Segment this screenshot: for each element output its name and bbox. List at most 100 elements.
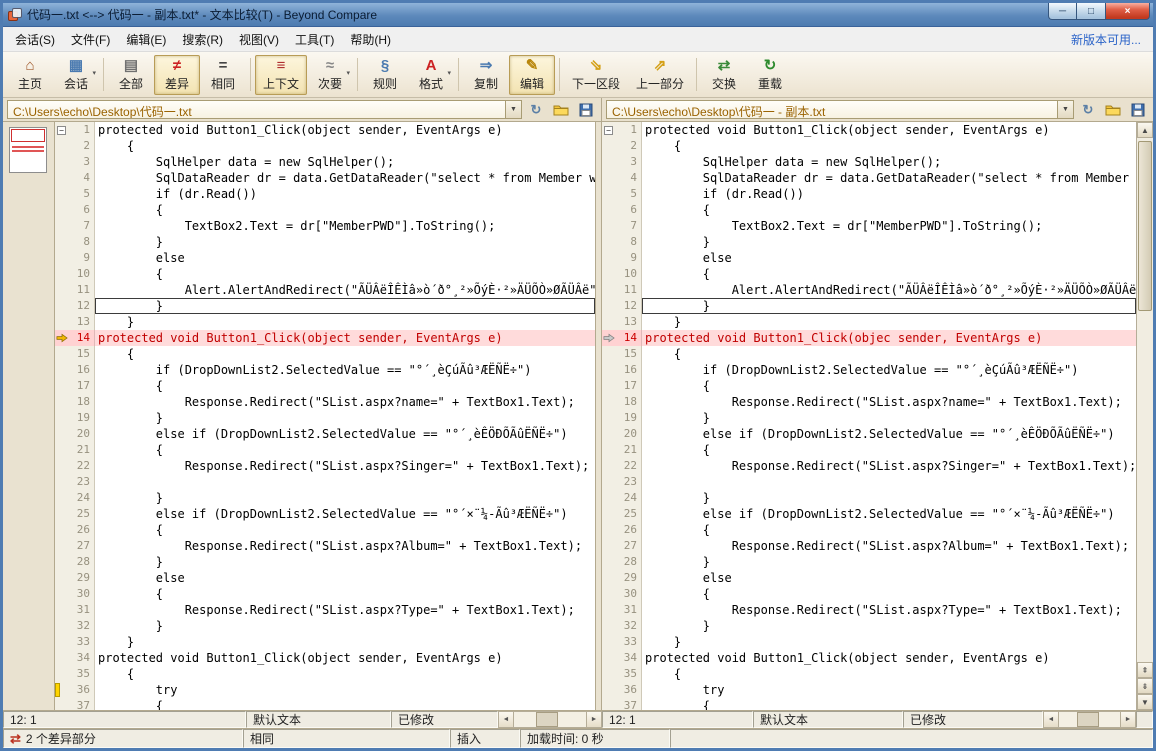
code-text[interactable]: { bbox=[95, 378, 595, 394]
code-text[interactable]: { bbox=[642, 698, 1136, 710]
right-browse-button[interactable] bbox=[1102, 100, 1124, 120]
menu-tools[interactable]: 工具(T) bbox=[287, 27, 342, 52]
left-path-combo[interactable]: C:\Users\echo\Desktop\代码一.txt ▼ bbox=[7, 100, 522, 119]
code-text[interactable]: else if (DropDownList2.SelectedValue == … bbox=[95, 506, 595, 522]
scrollbar-track[interactable] bbox=[1137, 138, 1153, 662]
code-text[interactable]: Alert.AlertAndRedirect("ÃÜÂëÎÊÌâ»ò´ð°¸²»… bbox=[95, 282, 595, 298]
right-horizontal-scrollbar[interactable]: ◄ ► bbox=[1043, 711, 1136, 728]
minimize-button[interactable]: ─ bbox=[1048, 3, 1077, 20]
code-text[interactable]: { bbox=[95, 586, 595, 602]
code-text[interactable]: Response.Redirect("SList.aspx?Album=" + … bbox=[642, 538, 1136, 554]
scrollbar-thumb[interactable] bbox=[1138, 141, 1152, 311]
next-difference-button[interactable]: ⇟ bbox=[1137, 678, 1153, 694]
code-text[interactable]: } bbox=[642, 634, 1136, 650]
fold-toggle-icon[interactable]: − bbox=[604, 126, 613, 135]
code-text[interactable]: { bbox=[95, 346, 595, 362]
code-text[interactable]: protected void Button1_Click(object send… bbox=[642, 122, 1136, 138]
scrollbar-track[interactable] bbox=[514, 712, 586, 727]
right-editor-pane[interactable]: −1protected void Button1_Click(object se… bbox=[602, 122, 1136, 710]
vertical-scrollbar[interactable]: ▲ ⇞ ⇟ ▼ bbox=[1136, 122, 1153, 710]
swap-button[interactable]: ⇄交换 bbox=[701, 55, 747, 95]
code-text[interactable]: SqlDataReader dr = data.GetDataReader("s… bbox=[642, 170, 1136, 186]
code-text[interactable]: } bbox=[642, 314, 1136, 330]
code-text[interactable]: } bbox=[642, 618, 1136, 634]
code-text[interactable]: } bbox=[95, 410, 595, 426]
scroll-right-button[interactable]: ► bbox=[586, 712, 601, 727]
code-text[interactable]: Response.Redirect("SList.aspx?name=" + T… bbox=[642, 394, 1136, 410]
code-text[interactable] bbox=[642, 474, 1136, 490]
scrollbar-thumb[interactable] bbox=[536, 712, 558, 727]
rules-button[interactable]: §规则 bbox=[362, 55, 408, 95]
code-text[interactable]: TextBox2.Text = dr["MemberPWD"].ToString… bbox=[642, 218, 1136, 234]
code-text[interactable]: else bbox=[95, 250, 595, 266]
scroll-down-button[interactable]: ▼ bbox=[1137, 694, 1153, 710]
code-text[interactable]: if (dr.Read()) bbox=[95, 186, 595, 202]
code-text[interactable]: protected void Button1_Click(objec sende… bbox=[642, 330, 1136, 346]
code-text[interactable]: else if (DropDownList2.SelectedValue == … bbox=[642, 426, 1136, 442]
code-text[interactable]: Response.Redirect("SList.aspx?Type=" + T… bbox=[95, 602, 595, 618]
code-text[interactable]: } bbox=[95, 234, 595, 250]
code-text[interactable]: protected void Button1_Click(object send… bbox=[642, 650, 1136, 666]
right-refresh-button[interactable]: ↻ bbox=[1077, 100, 1099, 120]
code-text[interactable]: } bbox=[642, 298, 1136, 314]
code-text[interactable]: { bbox=[95, 138, 595, 154]
format-button[interactable]: A▾格式 bbox=[408, 55, 454, 95]
previous-difference-button[interactable]: ⇞ bbox=[1137, 662, 1153, 678]
menu-file[interactable]: 文件(F) bbox=[63, 27, 118, 52]
code-text[interactable]: protected void Button1_Click(object send… bbox=[95, 122, 595, 138]
sessions-button[interactable]: ▦▾会话 bbox=[53, 55, 99, 95]
code-text[interactable]: } bbox=[95, 490, 595, 506]
left-save-button[interactable] bbox=[575, 100, 597, 120]
left-browse-button[interactable] bbox=[550, 100, 572, 120]
code-text[interactable]: { bbox=[95, 698, 595, 710]
left-refresh-button[interactable]: ↻ bbox=[525, 100, 547, 120]
code-text[interactable]: { bbox=[642, 442, 1136, 458]
code-text[interactable]: else if (DropDownList2.SelectedValue == … bbox=[642, 506, 1136, 522]
menu-search[interactable]: 搜索(R) bbox=[174, 27, 231, 52]
code-text[interactable]: else bbox=[642, 250, 1136, 266]
code-text[interactable]: { bbox=[95, 442, 595, 458]
code-text[interactable]: SqlDataReader dr = data.GetDataReader("s… bbox=[95, 170, 595, 186]
code-text[interactable]: if (dr.Read()) bbox=[642, 186, 1136, 202]
diff-map[interactable] bbox=[9, 127, 47, 173]
left-horizontal-scrollbar[interactable]: ◄ ► bbox=[498, 711, 602, 728]
code-text[interactable]: { bbox=[95, 266, 595, 282]
code-text[interactable]: { bbox=[642, 266, 1136, 282]
code-text[interactable]: } bbox=[642, 490, 1136, 506]
right-save-button[interactable] bbox=[1127, 100, 1149, 120]
scroll-up-button[interactable]: ▲ bbox=[1137, 122, 1153, 138]
copy-button[interactable]: ⇒复制 bbox=[463, 55, 509, 95]
edit-mode-button[interactable]: ✎编辑 bbox=[509, 55, 555, 95]
code-text[interactable]: Response.Redirect("SList.aspx?name=" + T… bbox=[95, 394, 595, 410]
code-text[interactable]: { bbox=[95, 666, 595, 682]
code-text[interactable]: } bbox=[95, 634, 595, 650]
code-text[interactable]: else bbox=[95, 570, 595, 586]
code-text[interactable]: } bbox=[642, 554, 1136, 570]
code-text[interactable]: if (DropDownList2.SelectedValue == "°´¸è… bbox=[95, 362, 595, 378]
code-text[interactable]: protected void Button1_Click(object send… bbox=[95, 330, 595, 346]
scrollbar-track[interactable] bbox=[1059, 712, 1120, 727]
code-text[interactable]: Response.Redirect("SList.aspx?Singer=" +… bbox=[95, 458, 595, 474]
diff-map-viewport[interactable] bbox=[11, 129, 45, 142]
code-text[interactable]: if (DropDownList2.SelectedValue == "°´¸è… bbox=[642, 362, 1136, 378]
menu-session[interactable]: 会话(S) bbox=[7, 27, 63, 52]
reload-button[interactable]: ↻重载 bbox=[747, 55, 793, 95]
left-editor-pane[interactable]: −1protected void Button1_Click(object se… bbox=[55, 122, 595, 710]
scroll-left-button[interactable]: ◄ bbox=[499, 712, 514, 727]
home-button[interactable]: ⌂主页 bbox=[7, 55, 53, 95]
code-text[interactable]: protected void Button1_Click(object send… bbox=[95, 650, 595, 666]
code-text[interactable]: TextBox2.Text = dr["MemberPWD"].ToString… bbox=[95, 218, 595, 234]
pane-splitter[interactable] bbox=[595, 122, 602, 710]
next-section-button[interactable]: ⇘下一区段 bbox=[564, 55, 628, 95]
code-text[interactable]: Response.Redirect("SList.aspx?Type=" + T… bbox=[642, 602, 1136, 618]
code-text[interactable]: { bbox=[95, 202, 595, 218]
code-text[interactable]: } bbox=[642, 234, 1136, 250]
code-text[interactable]: try bbox=[642, 682, 1136, 698]
show-same-button[interactable]: =相同 bbox=[200, 55, 246, 95]
right-path-combo[interactable]: C:\Users\echo\Desktop\代码一 - 副本.txt ▼ bbox=[606, 100, 1074, 119]
code-text[interactable]: { bbox=[642, 522, 1136, 538]
code-text[interactable]: try bbox=[95, 682, 595, 698]
code-text[interactable]: SqlHelper data = new SqlHelper(); bbox=[95, 154, 595, 170]
fold-toggle-icon[interactable]: − bbox=[57, 126, 66, 135]
context-button[interactable]: ≡上下文 bbox=[255, 55, 307, 95]
